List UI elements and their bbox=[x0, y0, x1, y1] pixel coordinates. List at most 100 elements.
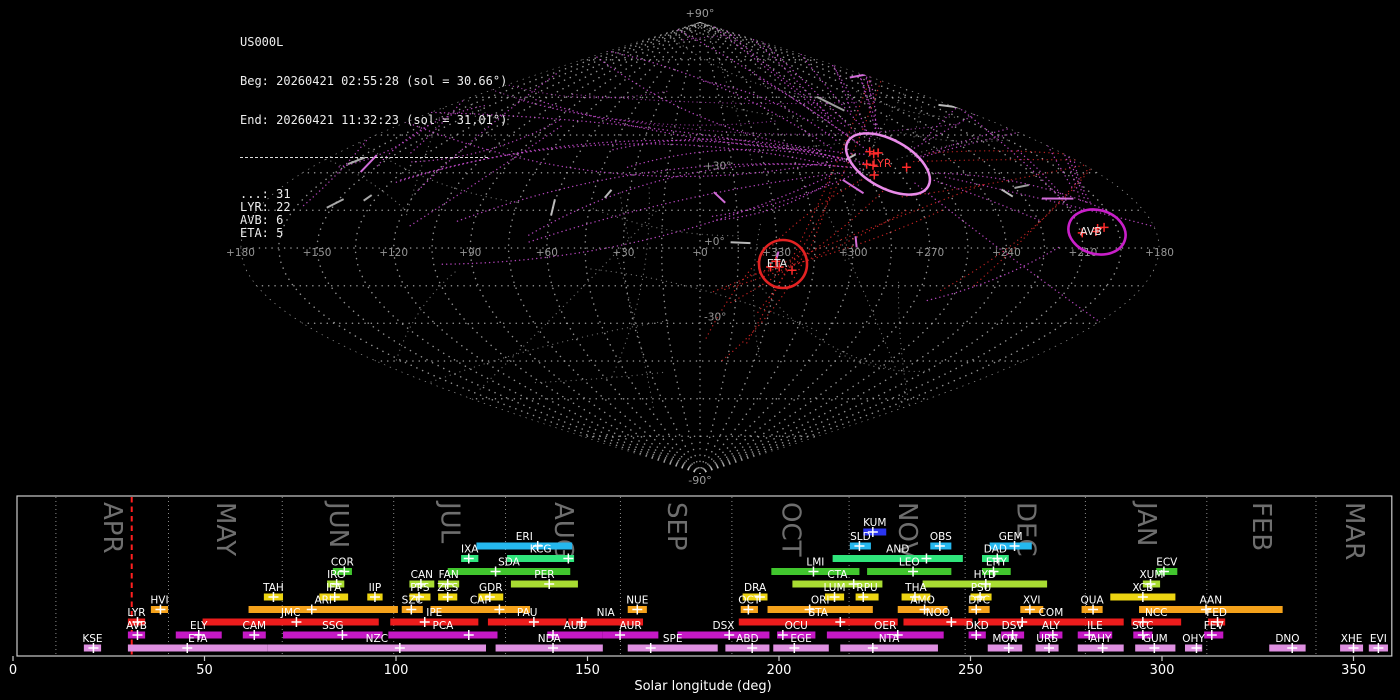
trail-left-field bbox=[495, 22, 589, 83]
shower-label-XCB: XCB bbox=[1132, 582, 1153, 594]
trail-lyr-back bbox=[526, 163, 861, 237]
shower-label-MON: MON bbox=[992, 633, 1017, 645]
pole-label-top: +90° bbox=[686, 7, 715, 20]
meteor-plot-window: +90° -90° +180 +150 +120 +90 +60 +30 +0 +330 +300 +… bbox=[0, 0, 1400, 700]
trail-lyr-back bbox=[766, 22, 881, 134]
month-label-FEB: FEB bbox=[1246, 502, 1276, 551]
shower-label-SCC: SCC bbox=[1132, 620, 1153, 632]
shower-label-NZC: NZC bbox=[366, 633, 388, 645]
shower-label-DSX: DSX bbox=[712, 620, 734, 632]
trail-avb bbox=[1014, 22, 1087, 203]
shower-label-ILE: ILE bbox=[1087, 620, 1103, 632]
shower-label-CAP: CAP bbox=[470, 595, 491, 607]
meteor-streak bbox=[849, 71, 876, 79]
trail-top-arcs bbox=[572, 93, 878, 105]
trail-gray-top bbox=[960, 65, 1081, 122]
shower-label-PPS: PPS bbox=[410, 582, 430, 594]
meteor-streak bbox=[842, 179, 865, 195]
shower-label-CAM: CAM bbox=[243, 620, 267, 632]
latitude-label: -30° bbox=[704, 311, 726, 323]
shower-label-ZCS: ZCS bbox=[437, 582, 459, 594]
trail-lyr-fwd bbox=[924, 22, 1128, 140]
x-tick-label-0: 0 bbox=[9, 663, 17, 678]
x-tick-label-100: 100 bbox=[384, 663, 409, 678]
shower-label-URS: URS bbox=[1036, 633, 1058, 645]
equator-label: +240 bbox=[992, 247, 1021, 259]
trail-red-right bbox=[937, 139, 1114, 293]
shower-label-ECV: ECV bbox=[1156, 557, 1178, 569]
month-label-JAN: JAN bbox=[1131, 500, 1161, 546]
shower-counts: ...: 31 LYR: 22 AVB: 6 ETA: 5 bbox=[240, 188, 507, 240]
shower-label-ABD: ABD bbox=[736, 633, 758, 645]
shower-label-STA: STA bbox=[809, 607, 829, 619]
meteor-streak bbox=[1000, 188, 1014, 198]
shower-label-OBS: OBS bbox=[930, 531, 952, 543]
shower-bar-AND bbox=[832, 555, 963, 562]
trail-avb bbox=[1023, 99, 1075, 192]
shower-bar-ETA bbox=[127, 644, 268, 652]
trail-sporadic bbox=[758, 283, 892, 369]
trail-top-arcs bbox=[682, 34, 994, 91]
trail-sporadic bbox=[909, 22, 945, 153]
trail-lyr-back bbox=[816, 22, 872, 97]
radiant-meteor-mark bbox=[869, 170, 879, 180]
shower-bar-PCA bbox=[388, 631, 498, 639]
month-label-JUN: JUN bbox=[323, 500, 353, 548]
month-label-APR: APR bbox=[97, 502, 127, 554]
meteor-streak bbox=[1106, 145, 1125, 150]
trail-sporadic bbox=[615, 251, 654, 408]
meteor-streak bbox=[854, 236, 858, 248]
trail-sporadic bbox=[824, 207, 897, 371]
shower-label-COM: COM bbox=[1039, 607, 1064, 619]
shower-bar-EGE bbox=[773, 644, 829, 652]
begin-time: Beg: 20260421 02:55:28 (sol = 30.66°) bbox=[240, 74, 508, 88]
trail-sporadic bbox=[750, 22, 867, 76]
shower-label-GDR: GDR bbox=[479, 582, 503, 594]
shower-label-OCU: OCU bbox=[785, 620, 808, 632]
shower-label-AVB: AVB bbox=[126, 620, 147, 632]
shower-label-COR: COR bbox=[331, 557, 354, 569]
shower-bar-SPE bbox=[627, 644, 718, 652]
shower-label-FED: FED bbox=[1206, 607, 1227, 619]
trail-lyr-fwd bbox=[934, 172, 1107, 211]
trail-red-right bbox=[926, 150, 1128, 163]
shower-label-PAU: PAU bbox=[517, 607, 538, 619]
shower-label-PER: PER bbox=[534, 569, 554, 581]
shower-label-KSE: KSE bbox=[82, 633, 102, 645]
shower-bar-NTA bbox=[840, 644, 938, 652]
shower-bar-NZC bbox=[267, 644, 487, 652]
station-id: US000L bbox=[240, 35, 284, 49]
count-line: ETA: 5 bbox=[240, 226, 284, 240]
shower-label-AHY: AHY bbox=[1090, 633, 1112, 645]
radiant-label-LYR: LYR bbox=[872, 157, 891, 170]
pole-label-bottom: -90° bbox=[688, 474, 711, 487]
shower-label-AUD: AUD bbox=[564, 620, 587, 632]
shower-label-KUM: KUM bbox=[863, 517, 886, 529]
shower-label-XUM: XUM bbox=[1139, 569, 1163, 581]
trail-sporadic bbox=[397, 320, 669, 396]
equator-label: +300 bbox=[839, 247, 868, 259]
shower-label-NUE: NUE bbox=[626, 595, 648, 607]
shower-label-DRA: DRA bbox=[744, 582, 767, 594]
shower-label-JMC: JMC bbox=[280, 607, 301, 619]
shower-label-FEV: FEV bbox=[1204, 620, 1225, 632]
trail-sporadic bbox=[835, 350, 931, 372]
trail-red-right bbox=[899, 144, 1160, 198]
trail-lyr-back bbox=[526, 172, 845, 244]
trail-lyr-back bbox=[594, 54, 865, 155]
trail-sporadic bbox=[752, 223, 761, 362]
trail-top-arcs bbox=[614, 118, 963, 135]
shower-label-ETA: ETA bbox=[188, 633, 208, 645]
latitude-label: +0° bbox=[704, 236, 725, 248]
trail-gray-top bbox=[719, 104, 829, 122]
shower-label-AMO: AMO bbox=[910, 595, 935, 607]
shower-label-NDA: NDA bbox=[538, 633, 562, 645]
trail-avb bbox=[919, 78, 1077, 215]
x-tick-label-200: 200 bbox=[767, 663, 792, 678]
shower-label-IXA: IXA bbox=[461, 544, 479, 556]
meteor-streak bbox=[550, 199, 556, 216]
radiant-meteor-mark bbox=[865, 147, 875, 157]
trail-lyr-back bbox=[648, 22, 852, 112]
trail-sporadic bbox=[592, 208, 739, 237]
shower-label-EVI: EVI bbox=[1370, 633, 1387, 645]
